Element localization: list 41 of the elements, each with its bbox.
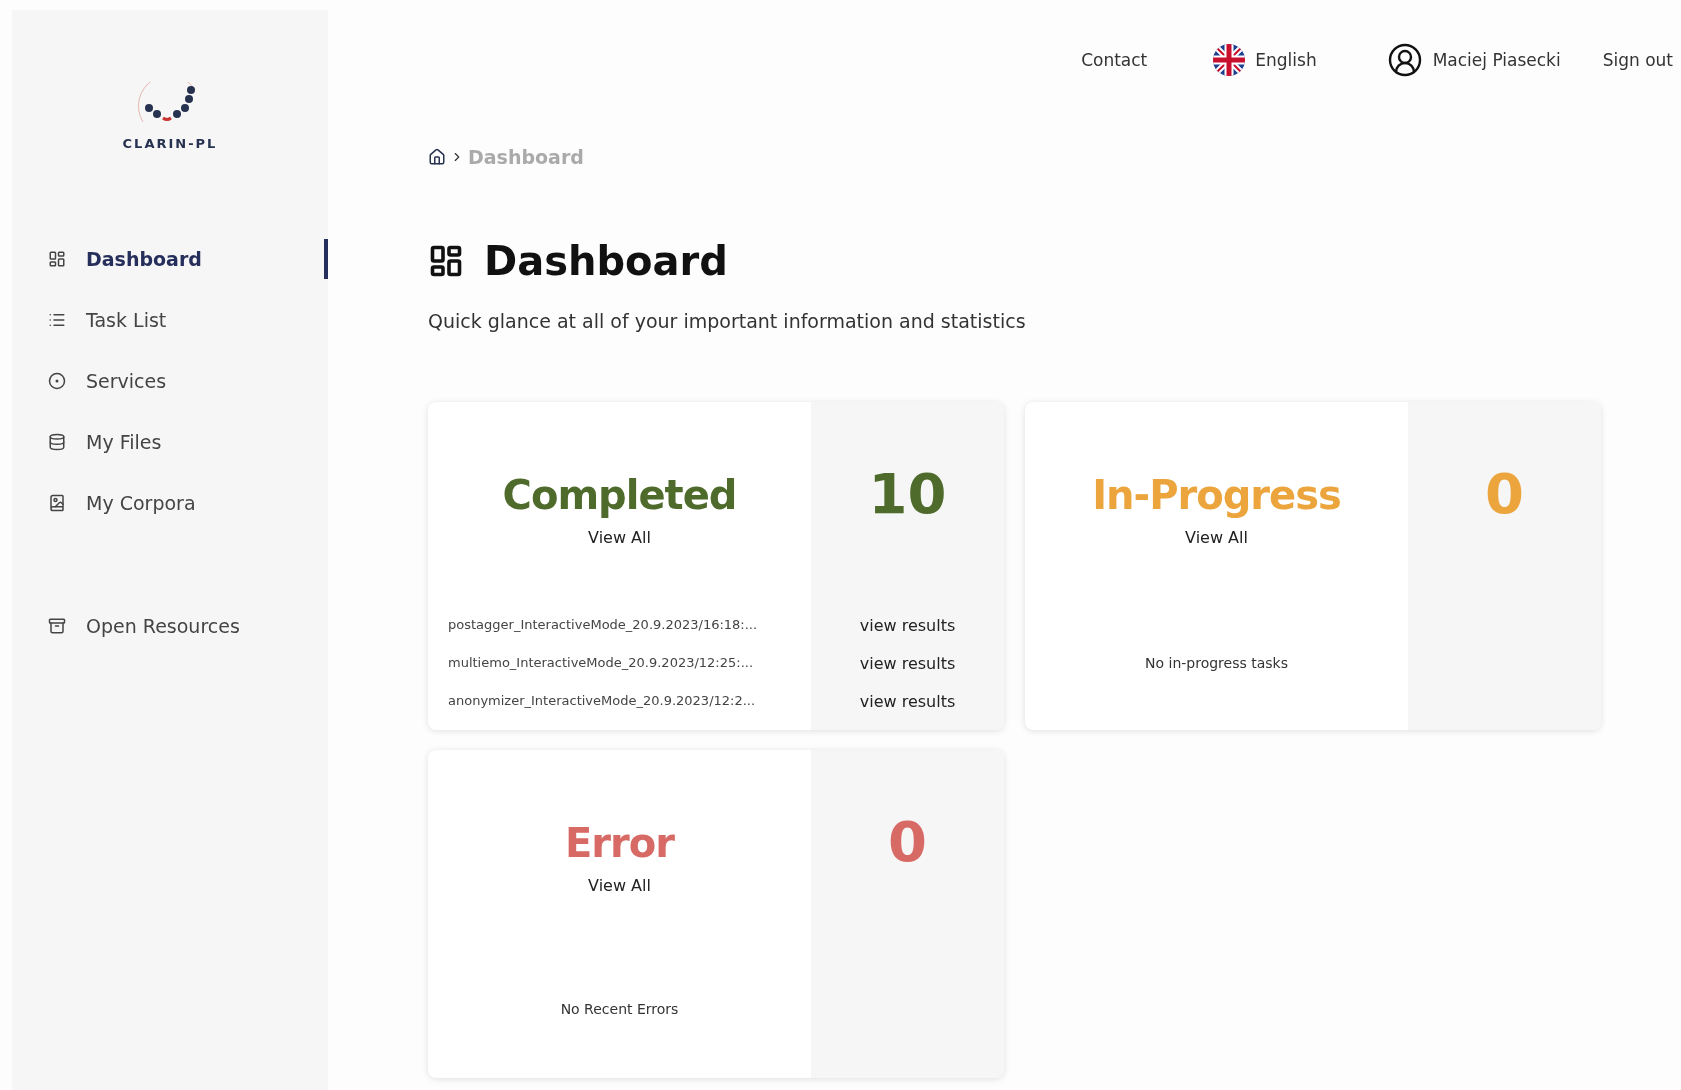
task-count: 0 xyxy=(1485,466,1524,522)
sidebar-item[interactable]: My Corpora xyxy=(12,483,328,523)
archive-icon xyxy=(48,617,66,635)
card-title: Error xyxy=(565,820,674,866)
sidebar-item[interactable]: My Files xyxy=(12,422,328,462)
empty-message: No in-progress tasks xyxy=(1145,655,1288,671)
user-menu[interactable]: Maciej Piasecki xyxy=(1386,42,1561,78)
sidebar-item[interactable]: Dashboard xyxy=(12,239,328,279)
task-name: anonymizer_InteractiveMode_20.9.2023/12:2... xyxy=(448,693,757,710)
dashboard-icon xyxy=(48,250,66,268)
task-name: multiemo_InteractiveMode_20.9.2023/12:25:... xyxy=(448,655,755,672)
view-all-link[interactable]: View All xyxy=(588,876,651,895)
task-name: postagger_InteractiveMode_20.9.2023/16:18:... xyxy=(448,617,759,634)
book-icon xyxy=(48,494,66,512)
empty-message: No Recent Errors xyxy=(560,1001,679,1017)
page-subtitle: Quick glance at all of your important information and statistics xyxy=(428,310,1027,332)
contact-link[interactable]: Contact xyxy=(1081,50,1148,70)
sidebar-item[interactable]: Open Resources xyxy=(12,606,328,646)
view-results-link[interactable]: view results xyxy=(859,654,956,672)
view-results-link[interactable]: view results xyxy=(859,692,956,710)
list-icon xyxy=(48,311,66,329)
view-all-link[interactable]: View All xyxy=(1185,528,1248,547)
language-selector[interactable]: English xyxy=(1213,44,1317,76)
target-icon xyxy=(48,372,66,390)
home-icon[interactable] xyxy=(428,148,446,166)
breadcrumb-item: Dashboard xyxy=(468,146,584,168)
flag-icon xyxy=(1213,44,1246,76)
user-icon xyxy=(1386,42,1423,78)
sidebar-item[interactable]: Services xyxy=(12,361,328,401)
task-count: 0 xyxy=(888,814,927,870)
sidebar-item[interactable]: Task List xyxy=(12,300,328,340)
sign-out-link[interactable]: Sign out xyxy=(1602,50,1673,70)
view-results-link[interactable]: view results xyxy=(859,616,956,634)
page-title: Dashboard xyxy=(484,238,728,284)
brand-name: CLARIN-PL xyxy=(122,136,218,151)
database-icon xyxy=(48,433,66,451)
card-title: In-Progress xyxy=(1092,472,1341,518)
dashboard-icon xyxy=(428,243,464,279)
task-count: 10 xyxy=(868,466,947,522)
view-all-link[interactable]: View All xyxy=(588,528,651,547)
card-title: Completed xyxy=(502,472,737,518)
